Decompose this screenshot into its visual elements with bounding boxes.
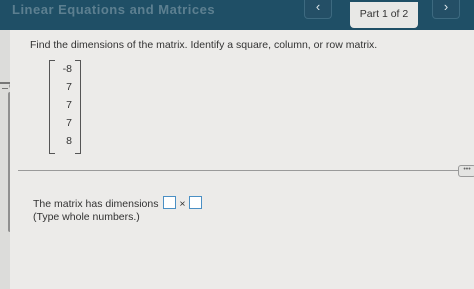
answer-label: The matrix has dimensions — [33, 198, 159, 210]
part-indicator: Part 1 of 2 — [350, 2, 418, 28]
assignment-title: Linear Equations and Matrices — [12, 2, 216, 17]
columns-input[interactable] — [188, 196, 202, 209]
question-prompt: Find the dimensions of the matrix. Ident… — [30, 39, 378, 51]
times-symbol: × — [179, 198, 186, 210]
previous-part-button[interactable]: ‹ — [304, 0, 332, 19]
matrix-entry: 7 — [66, 81, 72, 93]
header-bar: Linear Equations and Matrices ‹ Part 1 o… — [0, 0, 474, 30]
matrix-right-bracket — [75, 60, 81, 154]
matrix-left-bracket — [49, 60, 55, 154]
column-matrix: -8 7 7 7 8 — [49, 60, 81, 154]
matrix-entry: 7 — [66, 117, 72, 129]
menu-icon-line — [2, 88, 8, 89]
section-divider — [18, 170, 464, 171]
matrix-entry: -8 — [62, 63, 72, 75]
answer-row: The matrix has dimensions × — [33, 196, 204, 210]
matrix-entry: 8 — [66, 135, 72, 147]
matrix-entry: 7 — [66, 99, 72, 111]
expand-handle-icon[interactable]: ••• — [458, 165, 474, 177]
rows-input[interactable] — [163, 196, 177, 209]
next-part-button[interactable]: › — [432, 0, 460, 19]
answer-hint: (Type whole numbers.) — [33, 211, 140, 223]
